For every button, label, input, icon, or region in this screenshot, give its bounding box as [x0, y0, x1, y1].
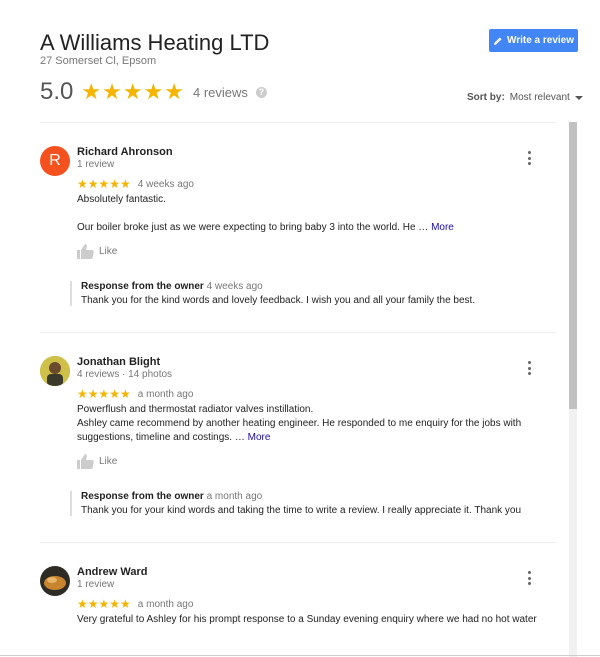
- avatar[interactable]: [40, 566, 70, 596]
- review-body-cont: suggestions, timeline and costings. …: [77, 432, 245, 443]
- review-stars: ★★★★★: [77, 597, 131, 611]
- like-label: Like: [99, 246, 118, 257]
- owner-response-text: Thank you for your kind words and taking…: [81, 505, 522, 516]
- like-button[interactable]: Like: [77, 244, 117, 259]
- business-name: A Williams Heating LTD: [40, 30, 270, 55]
- write-review-button[interactable]: Write a review: [489, 29, 578, 52]
- more-link[interactable]: More: [248, 432, 271, 443]
- avatar[interactable]: R: [40, 146, 70, 176]
- place-header: A Williams Heating LTD 27 Somerset Cl, E…: [0, 0, 600, 122]
- rating-value: 5.0: [40, 78, 74, 105]
- pencil-icon: [493, 37, 502, 45]
- divider: [0, 655, 600, 656]
- review-rating: ★★★★★ 4 weeks ago: [77, 178, 194, 190]
- scrollbar-thumb[interactable]: [569, 122, 577, 409]
- review-count[interactable]: 4 reviews: [193, 85, 248, 100]
- avatar[interactable]: [40, 356, 70, 386]
- review-rating: ★★★★★ a month ago: [77, 388, 193, 400]
- thumbs-up-icon: [77, 454, 94, 469]
- help-icon[interactable]: ?: [255, 86, 267, 98]
- review-body: Ashley came recommend by another heating…: [77, 418, 522, 429]
- divider: [40, 332, 556, 333]
- reviewer-meta: 1 review: [77, 579, 115, 590]
- review-stars: ★★★★★: [77, 387, 131, 401]
- owner-response: Response from the owner a month ago Than…: [70, 491, 560, 516]
- like-button[interactable]: Like: [77, 454, 117, 469]
- review-title: Absolutely fantastic.: [77, 194, 166, 205]
- review-rating: ★★★★★ a month ago: [77, 598, 193, 610]
- avatar-photo: [40, 356, 70, 386]
- owner-response-label: Response from the owner: [81, 491, 204, 502]
- thumbs-up-icon: [77, 244, 94, 259]
- review-text: Our boiler broke just as we were expecti…: [77, 221, 557, 235]
- avatar-photo: [40, 566, 70, 596]
- more-link[interactable]: More: [431, 222, 454, 233]
- more-options-icon[interactable]: [526, 151, 532, 165]
- caret-down-icon: [574, 95, 583, 100]
- sort-label: Sort by:: [467, 92, 505, 103]
- reviewer-name[interactable]: Andrew Ward: [77, 566, 148, 578]
- review-text: suggestions, timeline and costings. … Mo…: [77, 431, 557, 445]
- reviewer-meta: 1 review: [77, 159, 115, 170]
- business-address: 27 Somerset Cl, Epsom: [40, 55, 157, 67]
- reviewer-name[interactable]: Jonathan Blight: [77, 356, 160, 368]
- reviewer-name[interactable]: Richard Ahronson: [77, 146, 173, 158]
- owner-response-label: Response from the owner: [81, 281, 204, 292]
- review-date: 4 weeks ago: [137, 178, 194, 190]
- divider: [40, 542, 556, 543]
- review-body: Our boiler broke just as we were expecti…: [77, 222, 429, 233]
- owner-response-text: Thank you for the kind words and lovely …: [81, 295, 476, 306]
- sort-value: Most relevant: [509, 92, 570, 103]
- divider: [40, 122, 556, 123]
- owner-response: Response from the owner 4 weeks ago Than…: [70, 281, 560, 306]
- review-stars: ★★★★★: [77, 177, 131, 191]
- review-date: a month ago: [137, 598, 194, 610]
- review-body: Very grateful to Ashley for his prompt r…: [77, 614, 537, 625]
- sort-dropdown[interactable]: Sort by: Most relevant: [467, 92, 583, 103]
- rating-stars: ★★★★★: [81, 79, 185, 104]
- review-title: Powerflush and thermostat radiator valve…: [77, 404, 314, 415]
- owner-response-date: a month ago: [206, 491, 263, 502]
- more-options-icon[interactable]: [526, 361, 532, 375]
- write-review-label: Write a review: [506, 35, 575, 46]
- owner-response-date: 4 weeks ago: [206, 281, 263, 292]
- like-label: Like: [99, 456, 118, 467]
- reviewer-meta: 4 reviews · 14 photos: [77, 369, 173, 380]
- more-options-icon[interactable]: [526, 571, 532, 585]
- overall-rating: 5.0 ★★★★★ 4 reviews ?: [40, 78, 267, 106]
- review-date: a month ago: [137, 388, 194, 400]
